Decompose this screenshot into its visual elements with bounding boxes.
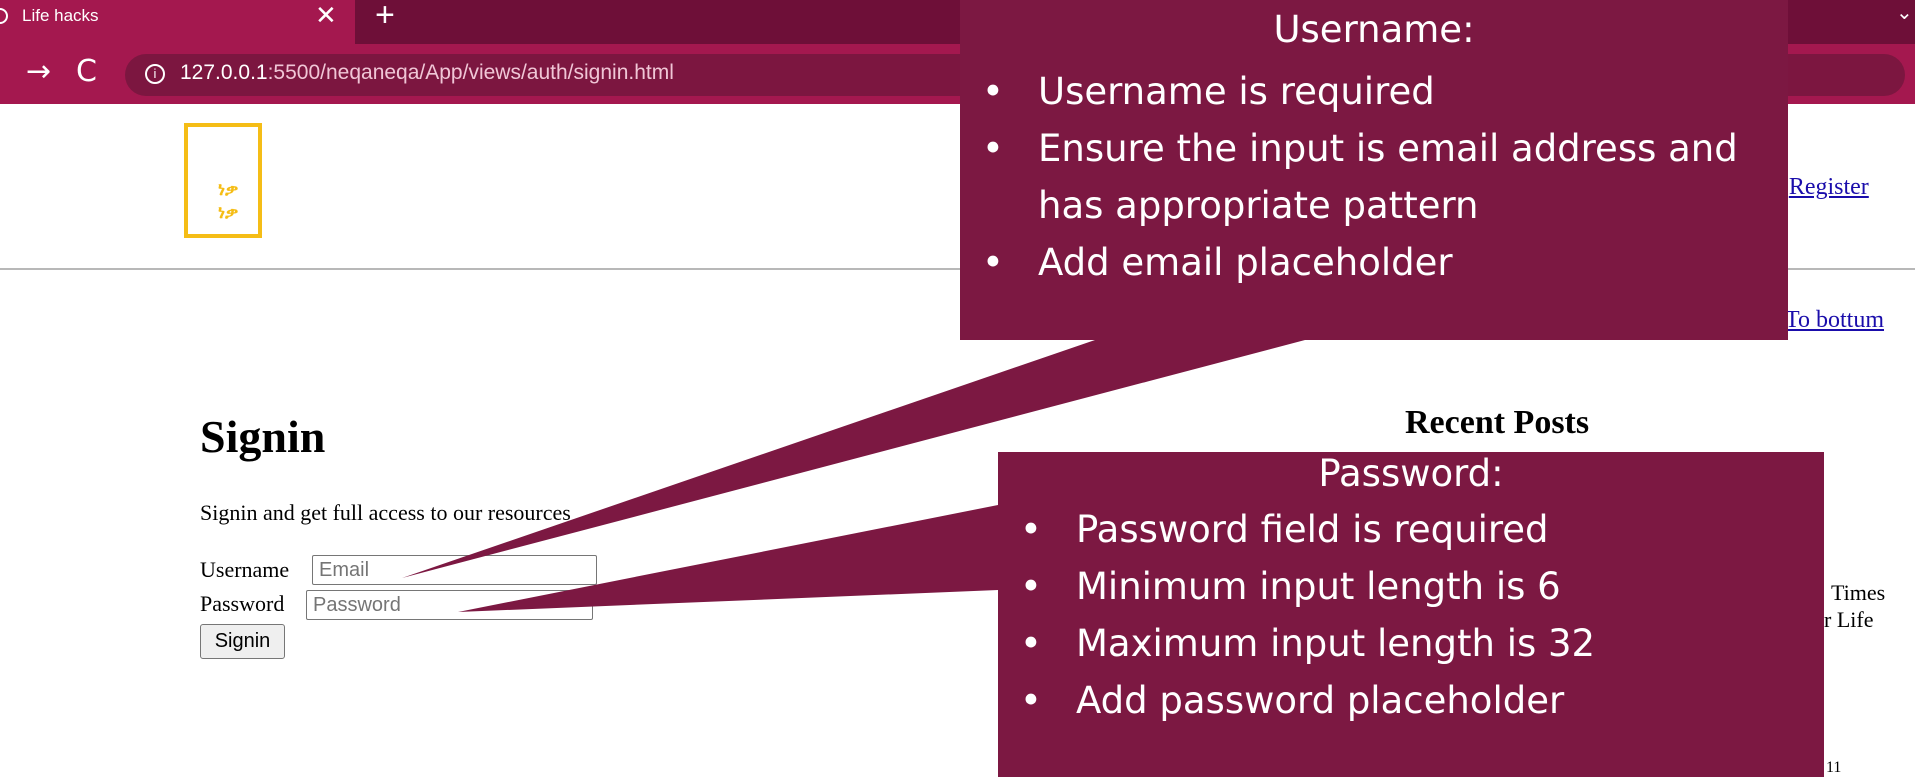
- callout-item: • Maximum input length is 32: [998, 615, 1824, 672]
- callout-item-text: Add email placeholder: [1038, 241, 1453, 284]
- callout-item: • Username is required: [960, 63, 1788, 120]
- callout-item-text: Add password placeholder: [1076, 679, 1565, 722]
- bullet-icon: •: [982, 70, 1004, 113]
- callout-item-text: Ensure the input is email address and ha…: [1038, 127, 1738, 227]
- callout-item: • Password field is required: [998, 501, 1824, 558]
- callout-item-text: Password field is required: [1076, 508, 1549, 551]
- username-callout-list: • Username is required • Ensure the input …: [960, 63, 1788, 291]
- bullet-icon: •: [1020, 622, 1042, 665]
- bullet-icon: •: [982, 241, 1004, 284]
- callout-item: • Minimum input length is 6: [998, 558, 1824, 615]
- bullet-icon: •: [1020, 679, 1042, 722]
- password-callout-pointer: [458, 505, 998, 612]
- username-callout-title: Username:: [1273, 8, 1475, 51]
- callout-item-text: Minimum input length is 6: [1076, 565, 1561, 608]
- callout-item-text: Maximum input length is 32: [1076, 622, 1596, 665]
- callout-item: • Ensure the input is email address and h…: [960, 120, 1788, 234]
- password-callout-title: Password:: [1318, 452, 1504, 495]
- password-callout-list: • Password field is required • Minimum inp…: [998, 501, 1824, 729]
- bullet-icon: •: [982, 127, 1004, 170]
- callout-item: • Add password placeholder: [998, 672, 1824, 729]
- bullet-icon: •: [1020, 508, 1042, 551]
- callout-item: • Add email placeholder: [960, 234, 1788, 291]
- callout-item-text: Username is required: [1038, 70, 1435, 113]
- password-callout: Password: • Password field is required • M…: [998, 452, 1824, 777]
- bullet-icon: •: [1020, 565, 1042, 608]
- username-callout: Username: • Username is required • Ensure …: [960, 0, 1788, 340]
